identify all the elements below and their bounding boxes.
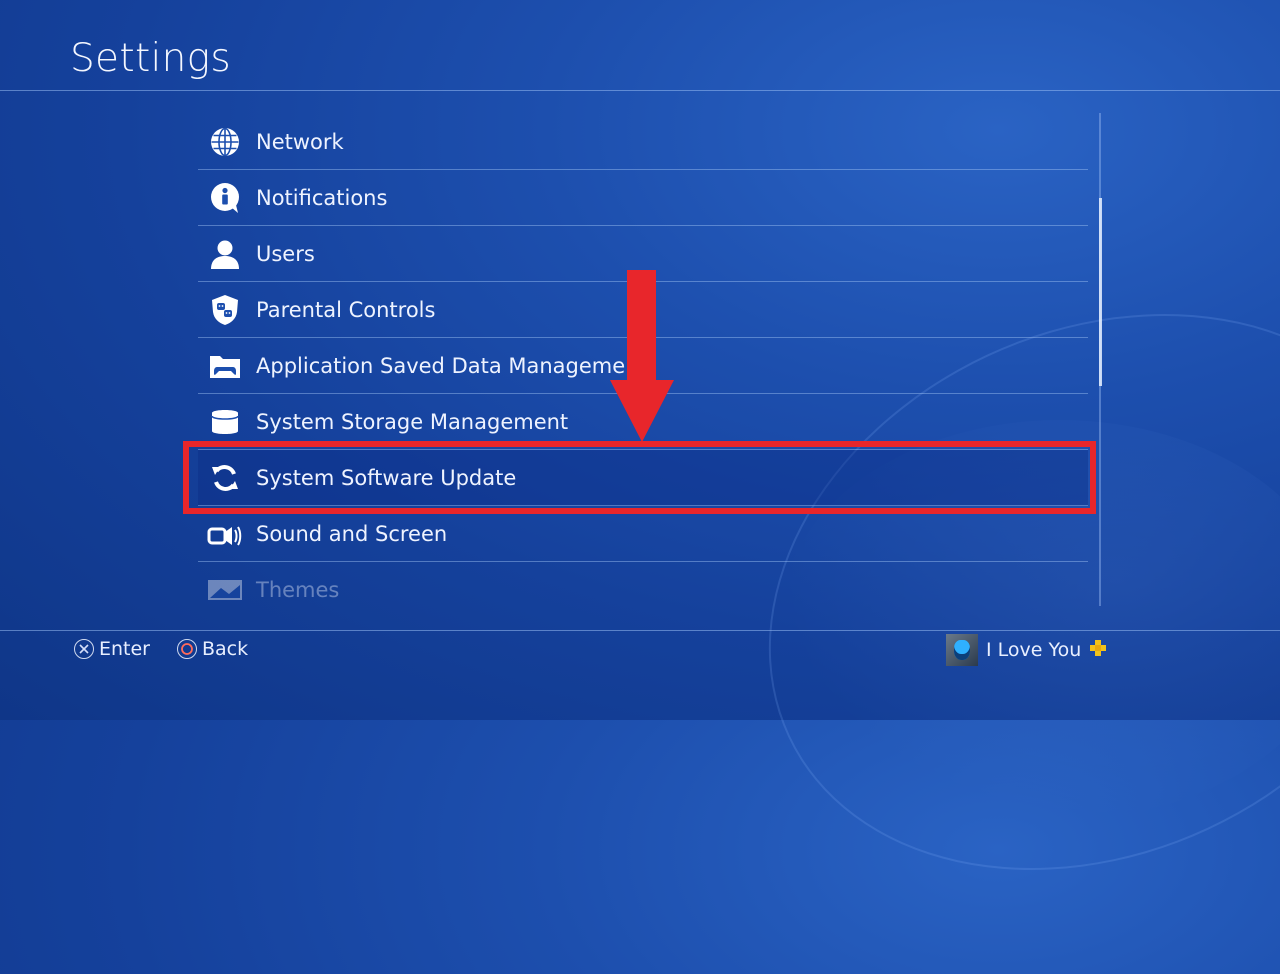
menu-item-label: Network [256, 129, 344, 154]
parental-controls-icon [202, 293, 248, 327]
menu-item-label: Sound and Screen [256, 521, 448, 546]
plus-badge-icon [1089, 639, 1107, 662]
themes-icon [202, 573, 248, 605]
menu-item-label: Themes [256, 577, 340, 602]
menu-item-label: System Storage Management [256, 409, 569, 434]
menu-item-label: Parental Controls [256, 297, 436, 322]
footer-bar: Enter Back I Love You [0, 630, 1280, 670]
back-button[interactable]: Back [177, 638, 248, 660]
page-title: Settings [70, 36, 232, 81]
menu-item-sound-screen[interactable]: Sound and Screen [198, 506, 1088, 562]
back-label: Back [202, 638, 249, 660]
pointer-arrow-head [610, 380, 674, 442]
cross-button-icon [74, 639, 94, 659]
info-bubble-icon [202, 181, 248, 215]
user-icon [202, 237, 248, 271]
menu-item-label: Notifications [256, 185, 388, 210]
selection-highlight-box [183, 441, 1096, 514]
globe-icon [202, 125, 248, 159]
menu-item-notifications[interactable]: Notifications [198, 170, 1088, 226]
header-divider [0, 90, 1280, 91]
avatar [946, 634, 978, 666]
menu-item-label: Application Saved Data Management [256, 353, 647, 378]
enter-button[interactable]: Enter [74, 638, 150, 660]
circle-button-icon [177, 639, 197, 659]
user-name: I Love You [986, 639, 1082, 661]
scrollbar-thumb[interactable] [1099, 198, 1102, 386]
enter-label: Enter [99, 638, 150, 660]
pointer-arrow-shaft [627, 270, 656, 388]
sound-screen-icon [202, 517, 248, 551]
storage-icon [202, 405, 248, 439]
menu-item-label: Users [256, 241, 315, 266]
saved-data-icon [202, 349, 248, 383]
menu-item-network[interactable]: Network [198, 114, 1088, 170]
user-profile[interactable]: I Love You [946, 634, 1107, 666]
menu-item-themes[interactable]: Themes [198, 562, 1088, 604]
